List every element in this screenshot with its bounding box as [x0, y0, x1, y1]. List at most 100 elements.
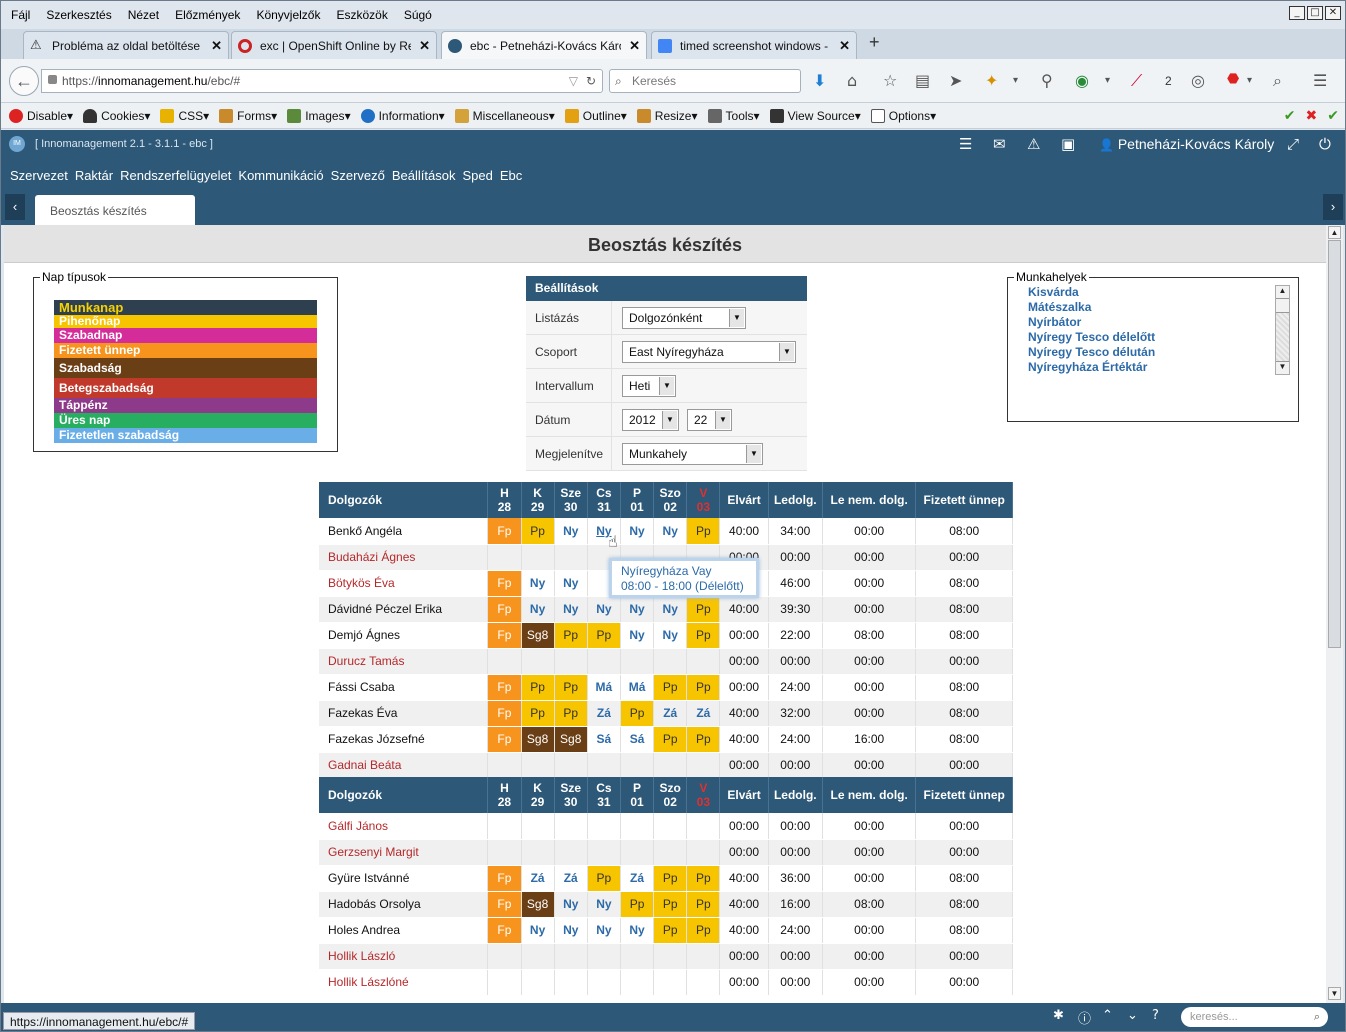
shift-cell[interactable]: Ny [554, 518, 588, 545]
shift-cell[interactable]: Pp [686, 917, 721, 944]
tab-beosztas-keszites[interactable]: Beosztás készítés [35, 195, 195, 225]
shift-cell[interactable]: Ny [521, 596, 555, 623]
nav-raktar[interactable]: Raktár [75, 168, 113, 183]
shift-cell[interactable]: Ny [587, 596, 621, 623]
chart-icon[interactable]: ⟋ [1131, 71, 1142, 91]
power-icon[interactable]: ⏻ [1319, 135, 1331, 153]
col-header-dolgozok[interactable]: Dolgozók [319, 482, 489, 518]
browser-tab-google[interactable]: timed screenshot windows - G... ✕ [651, 31, 857, 59]
workplaces-listbox[interactable]: Kisvárda Mátészalka Nyírbátor Nyíregy Te… [1008, 285, 1290, 377]
menu-help[interactable]: Súgó [404, 8, 432, 22]
shift-cell[interactable] [521, 813, 555, 840]
page-scrollbar[interactable]: ▲ ▼ [1326, 225, 1343, 1003]
shift-cell[interactable]: Ny [587, 891, 621, 918]
forms-menu[interactable]: Forms ▾ [219, 108, 277, 123]
shift-cell[interactable]: Pp [686, 518, 721, 545]
shift-cell[interactable]: Fp [487, 891, 522, 918]
shift-cell[interactable]: Pp [686, 674, 721, 701]
shift-cell[interactable]: Ny [521, 917, 555, 944]
shift-cell[interactable]: Pp [521, 518, 555, 545]
shift-cell[interactable]: Ny [554, 891, 588, 918]
shift-cell[interactable]: Má [587, 674, 621, 701]
shift-cell[interactable] [620, 969, 655, 996]
shift-cell[interactable] [521, 839, 555, 866]
outline-menu[interactable]: Outline ▾ [564, 108, 627, 123]
dropdown-icon[interactable]: ▽ [569, 70, 578, 92]
shift-cell[interactable]: Pp [587, 622, 621, 649]
shift-cell[interactable]: Pp [653, 726, 688, 753]
shift-cell[interactable] [587, 943, 621, 970]
shift-cell[interactable] [686, 943, 721, 970]
shift-cell[interactable] [554, 752, 588, 779]
shift-cell[interactable]: Zá [620, 865, 655, 892]
employee-name[interactable]: Durucz Tamás [319, 648, 489, 675]
year-select[interactable]: 2012 ▼ [622, 408, 679, 431]
chevron-down-icon[interactable]: ▾ [1247, 75, 1252, 86]
employee-name[interactable]: Gerzsenyi Margit [319, 839, 489, 866]
menu-tools[interactable]: Eszközök [336, 8, 387, 22]
options-menu[interactable]: Options ▾ [870, 108, 936, 123]
shift-cell[interactable]: Pp [653, 891, 688, 918]
reload-icon[interactable]: ↻ [586, 70, 596, 92]
shift-cell[interactable] [620, 752, 655, 779]
shift-cell[interactable]: Fp [487, 570, 522, 597]
check-icon[interactable]: ✔ [1284, 108, 1296, 124]
cookies-menu[interactable]: Cookies ▾ [83, 108, 150, 123]
nav-szervezet[interactable]: Szervezet [10, 168, 68, 183]
shift-cell[interactable]: Fp [487, 518, 522, 545]
employee-name[interactable]: Fazekas Józsefné [319, 726, 489, 753]
shift-cell[interactable]: Pp [554, 674, 588, 701]
chevron-up-icon[interactable]: ⌃ [1102, 1008, 1113, 1023]
shift-cell[interactable]: Pp [653, 917, 688, 944]
resize-menu[interactable]: Resize ▾ [636, 108, 698, 123]
shift-cell[interactable] [521, 752, 555, 779]
chevron-down-icon[interactable]: ▾ [1013, 75, 1018, 86]
maximize-button[interactable]: □ [1307, 6, 1323, 20]
shift-cell[interactable]: Fp [487, 917, 522, 944]
home-icon[interactable]: ⌂ [847, 71, 857, 90]
shift-cell[interactable] [587, 839, 621, 866]
workplace-item[interactable]: Nyírbátor [1008, 315, 1290, 330]
intervallum-select[interactable]: Heti ▼ [622, 374, 676, 397]
scroll-down-icon[interactable]: ▼ [1328, 987, 1341, 1000]
user-menu[interactable]: 👤 Petneházi-Kovács Károly [1099, 136, 1274, 152]
employee-name[interactable]: Gyüre Istvánné [319, 865, 489, 892]
scroll-up-icon[interactable]: ▲ [1276, 286, 1289, 299]
shift-cell[interactable] [587, 752, 621, 779]
nav-ebc[interactable]: Ebc [500, 168, 522, 183]
shift-cell[interactable] [653, 813, 688, 840]
miscellaneous-menu[interactable]: Miscellaneous ▾ [454, 108, 555, 123]
pin-icon[interactable]: ⚲ [1041, 71, 1053, 90]
shift-cell[interactable]: Pp [554, 700, 588, 727]
scroll-up-icon[interactable]: ▲ [1328, 226, 1341, 239]
shift-cell[interactable]: Ny [620, 622, 655, 649]
shift-cell[interactable] [554, 969, 588, 996]
search-input[interactable]: ⌕ Keresés [609, 69, 801, 93]
close-icon[interactable]: ✕ [211, 38, 222, 54]
error-icon[interactable]: ✖ [1306, 108, 1318, 124]
employee-name[interactable]: Gadnai Beáta [319, 752, 489, 779]
shift-cell[interactable] [554, 544, 588, 571]
shift-cell[interactable] [521, 544, 555, 571]
shift-cell[interactable]: Ny [554, 917, 588, 944]
information-menu[interactable]: Information ▾ [360, 108, 445, 123]
shift-cell[interactable] [653, 752, 688, 779]
shift-cell[interactable] [653, 943, 688, 970]
shift-cell[interactable] [653, 839, 688, 866]
shift-cell[interactable] [554, 839, 588, 866]
shift-cell[interactable]: Ny [653, 596, 688, 623]
shift-cell[interactable]: Fp [487, 674, 522, 701]
shift-cell[interactable]: Pp [686, 891, 721, 918]
mail-icon[interactable]: ✉ [993, 135, 1006, 153]
shift-cell[interactable]: Zá [554, 865, 588, 892]
reading-list-icon[interactable]: ▤ [915, 71, 930, 90]
shift-cell[interactable]: Sá [620, 726, 655, 753]
send-icon[interactable]: ➤ [949, 71, 962, 90]
megjelenitve-select[interactable]: Munkahely ▼ [622, 442, 763, 465]
css-menu[interactable]: CSS ▾ [160, 108, 209, 123]
alert-icon[interactable]: ⚠ [1027, 135, 1040, 153]
menu-edit[interactable]: Szerkesztés [46, 8, 111, 22]
shift-cell[interactable]: Ny [554, 596, 588, 623]
shift-cell[interactable]: Zá [587, 700, 621, 727]
new-tab-button[interactable]: + [869, 32, 880, 53]
